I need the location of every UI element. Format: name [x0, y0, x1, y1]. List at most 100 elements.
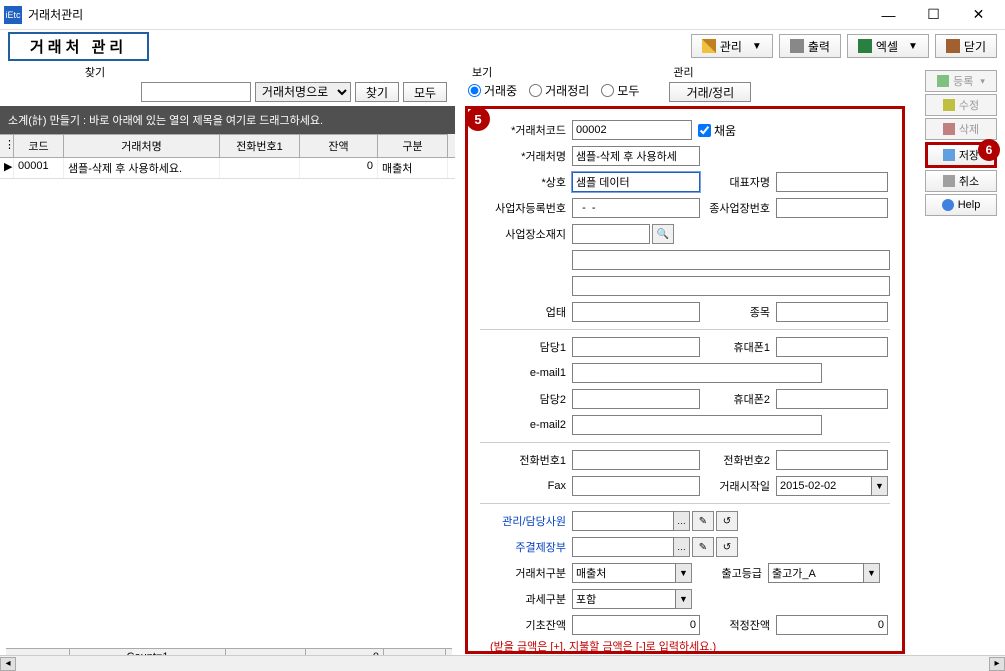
mobile2-input[interactable]	[776, 389, 888, 409]
col-name[interactable]: 거래처명	[64, 134, 220, 157]
date-dropdown-button[interactable]: ▼	[872, 476, 888, 496]
view-group-title: 보기	[468, 64, 639, 80]
excel-label: 엑셀	[876, 38, 898, 55]
edit-button[interactable]: 수정	[925, 94, 997, 116]
print-label: 출력	[808, 38, 830, 55]
balance-note1: (받을 금액은 [+], 지불할 금액은 [-]로 입력하세요.)	[490, 640, 890, 654]
app-icon: iEtc	[4, 6, 22, 24]
bizno-input[interactable]	[572, 198, 700, 218]
delete-button[interactable]: 삭제	[925, 118, 997, 140]
email2-input[interactable]	[572, 415, 822, 435]
all-button[interactable]: 모두	[403, 82, 447, 102]
begin-bal-input[interactable]	[572, 615, 700, 635]
fax-input[interactable]	[572, 476, 700, 496]
manage-dropdown-button[interactable]: 관리 ▼	[691, 34, 773, 58]
ship-grade-dropdown[interactable]: ▼	[864, 563, 880, 583]
window-close-button[interactable]: ✕	[956, 1, 1001, 29]
save-icon	[943, 149, 955, 161]
proper-bal-input[interactable]	[776, 615, 888, 635]
addr1-input[interactable]	[572, 250, 890, 270]
fill-checkbox[interactable]: 채움	[698, 122, 736, 139]
staff-edit-button[interactable]: ✎	[692, 511, 714, 531]
expand-toggle[interactable]: ▶	[0, 158, 14, 178]
col-type[interactable]: 구분	[378, 134, 448, 157]
transaction-button[interactable]: 거래/정리	[669, 82, 751, 102]
search-group-title: 찾기	[8, 64, 178, 80]
drag-hint: 소계(計) 만들기 : 바로 아래에 있는 열의 제목을 여기로 드래그하세요.	[0, 106, 455, 134]
staff-browse-button[interactable]: …	[674, 511, 690, 531]
ship-grade-label: 출고등급	[692, 565, 768, 581]
table-row[interactable]: ▶ 00001 샘플-삭제 후 사용하세요. 0 매출처	[0, 158, 455, 179]
cancel-button[interactable]: 취소	[925, 170, 997, 192]
ledger-edit-button[interactable]: ✎	[692, 537, 714, 557]
contact2-input[interactable]	[572, 389, 700, 409]
excel-dropdown-button[interactable]: 엑셀 ▼	[847, 34, 929, 58]
subbiz-input[interactable]	[776, 198, 888, 218]
print-button[interactable]: 출력	[779, 34, 841, 58]
manage-group-title: 관리	[669, 64, 751, 80]
email1-input[interactable]	[572, 363, 822, 383]
biztype-input[interactable]	[572, 302, 700, 322]
view-settled-radio[interactable]: 거래정리	[529, 82, 589, 99]
search-mode-select[interactable]: 거래처명으로	[255, 82, 351, 102]
col-balance[interactable]: 잔액	[300, 134, 378, 157]
biztype-label: 업태	[480, 304, 572, 320]
phone1-input[interactable]	[572, 450, 700, 470]
client-name-input[interactable]	[572, 146, 700, 166]
addr2-input[interactable]	[572, 276, 890, 296]
window-minimize-button[interactable]: —	[866, 1, 911, 29]
cust-type-dropdown[interactable]: ▼	[676, 563, 692, 583]
help-button[interactable]: Help	[925, 194, 997, 216]
close-label: 닫기	[964, 38, 986, 55]
close-button[interactable]: 닫기	[935, 34, 997, 58]
name-label: *거래처명	[480, 148, 572, 164]
cust-type-select[interactable]	[572, 563, 676, 583]
save-button[interactable]: 저장 6	[925, 142, 997, 168]
contact1-input[interactable]	[572, 337, 700, 357]
step-badge-5: 5	[466, 107, 490, 131]
company-input[interactable]	[572, 172, 700, 192]
col-phone[interactable]: 전화번호1	[220, 134, 300, 157]
company-label: *상호	[480, 174, 572, 190]
cell-phone	[220, 158, 300, 178]
startdate-label: 거래시작일	[700, 478, 776, 494]
email2-label: e-mail2	[480, 419, 572, 431]
trash-icon	[943, 123, 955, 135]
search-input[interactable]	[141, 82, 251, 102]
mobile1-label: 휴대폰1	[700, 339, 776, 355]
scroll-left-button[interactable]: ◂	[0, 657, 16, 671]
horizontal-scrollbar[interactable]: ◂ ▸	[0, 655, 1005, 671]
register-button[interactable]: 등록▾	[925, 70, 997, 92]
tax-dropdown[interactable]: ▼	[676, 589, 692, 609]
addr-search-button[interactable]: 🔍	[652, 224, 674, 244]
staff-clear-button[interactable]: ↺	[716, 511, 738, 531]
grid-header: ⋮ 코드 거래처명 전화번호1 잔액 구분	[0, 134, 455, 158]
mobile2-label: 휴대폰2	[700, 391, 776, 407]
view-all-radio[interactable]: 모두	[601, 82, 639, 99]
tax-select[interactable]	[572, 589, 676, 609]
bizkind-label: 종목	[700, 304, 776, 320]
bizkind-input[interactable]	[776, 302, 888, 322]
find-button[interactable]: 찾기	[355, 82, 399, 102]
ceo-input[interactable]	[776, 172, 888, 192]
mobile1-input[interactable]	[776, 337, 888, 357]
addr-label: 사업장소재지	[480, 226, 572, 242]
ledger-input[interactable]	[572, 537, 674, 557]
code-input[interactable]	[572, 120, 692, 140]
ledger-browse-button[interactable]: …	[674, 537, 690, 557]
bizno-label: 사업자등록번호	[480, 200, 572, 216]
staff-input[interactable]	[572, 511, 674, 531]
ledger-clear-button[interactable]: ↺	[716, 537, 738, 557]
window-maximize-button[interactable]: ☐	[911, 1, 956, 29]
col-code[interactable]: 코드	[14, 134, 64, 157]
addr-zip-input[interactable]	[572, 224, 650, 244]
window-title: 거래처관리	[28, 6, 866, 23]
view-active-radio[interactable]: 거래중	[468, 82, 517, 99]
ship-grade-select[interactable]	[768, 563, 864, 583]
startdate-input[interactable]	[776, 476, 872, 496]
excel-icon	[858, 39, 872, 53]
expand-col[interactable]: ⋮	[0, 134, 14, 157]
scroll-right-button[interactable]: ▸	[989, 657, 1005, 671]
door-icon	[946, 39, 960, 53]
phone2-input[interactable]	[776, 450, 888, 470]
